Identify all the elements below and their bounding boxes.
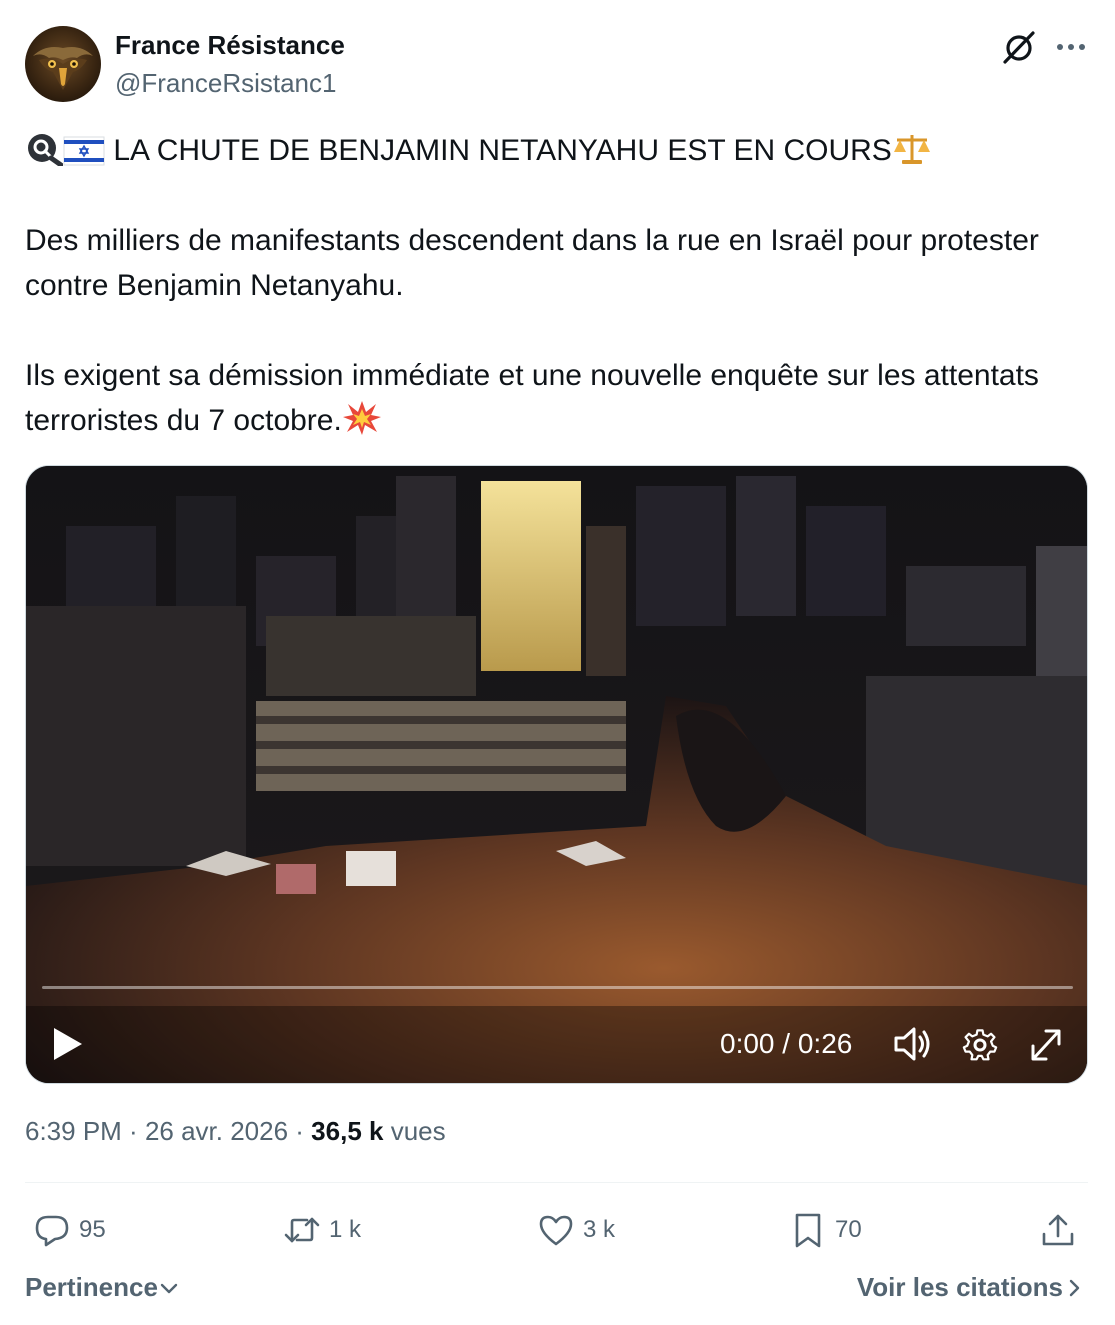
settings-gear-icon[interactable] [960, 1022, 1000, 1066]
quotes-label: Voir les citations [856, 1272, 1063, 1302]
tweet-header: France Résistance @FranceRsistanc1 [25, 26, 1090, 102]
bookmark-count: 70 [835, 1216, 862, 1243]
tweet-time[interactable]: 6:39 PM [25, 1116, 122, 1146]
tweet-headline: LA CHUTE DE BENJAMIN NETANYAHU EST EN CO… [113, 134, 892, 167]
video-time-separator: / [774, 1028, 798, 1059]
repost-count: 1 k [329, 1216, 362, 1243]
reply-count: 95 [79, 1216, 106, 1243]
sort-replies-dropdown[interactable]: Pertinence [25, 1272, 180, 1303]
tweet-meta: 6:39 PM · 26 avr. 2026 · 36,5 k vues [25, 1116, 446, 1147]
volume-icon[interactable] [892, 1022, 932, 1066]
heart-icon [539, 1215, 573, 1246]
tweet-paragraph-1: Des milliers de manifestants descendent … [25, 224, 1039, 302]
video-duration: 0:26 [797, 1028, 853, 1059]
collision-icon [342, 401, 381, 435]
video-progress-bar[interactable] [42, 986, 1073, 989]
repost-icon [284, 1217, 320, 1243]
repost-button[interactable]: 1 k [283, 1206, 361, 1254]
tweet-text: LA CHUTE DE BENJAMIN NETANYAHU EST EN CO… [25, 128, 1085, 443]
bookmark-icon [795, 1213, 821, 1248]
balance-scale-icon [893, 135, 930, 164]
sort-label: Pertinence [25, 1272, 158, 1302]
author-handle[interactable]: @FranceRsistanc1 [115, 68, 336, 99]
views-label: vues [390, 1116, 446, 1146]
grok-icon[interactable] [1000, 28, 1038, 66]
video-time: 0:00 / 0:26 [720, 1022, 852, 1066]
like-count: 3 k [583, 1216, 616, 1243]
eagle-avatar-image [33, 47, 93, 90]
chevron-right-icon [1069, 1279, 1080, 1296]
play-icon[interactable] [50, 1022, 86, 1066]
tweet-paragraph-2: Ils exigent sa démission immédiate et un… [25, 359, 1039, 437]
view-quotes-link[interactable]: Voir les citations [857, 1272, 1085, 1303]
more-options-icon[interactable] [1053, 32, 1089, 62]
reply-icon [35, 1215, 69, 1247]
search-icon [28, 134, 63, 166]
avatar[interactable] [25, 26, 101, 102]
tweet-paragraph-2-line: Ils exigent sa démission immédiate et un… [25, 353, 1085, 443]
video-current-time: 0:00 [720, 1028, 775, 1059]
share-icon [1042, 1214, 1074, 1246]
reply-button[interactable]: 95 [33, 1206, 106, 1254]
chevron-down-icon [160, 1283, 178, 1293]
meta-separator: · [121, 1116, 145, 1146]
bookmark-button[interactable]: 70 [789, 1206, 862, 1254]
meta-separator: · [288, 1116, 312, 1146]
israel-flag-icon [63, 136, 105, 166]
share-button[interactable] [1039, 1206, 1085, 1254]
tweet-headline-line: LA CHUTE DE BENJAMIN NETANYAHU EST EN CO… [25, 128, 1085, 173]
divider [25, 1182, 1088, 1183]
tweet-actions: 95 1 k 3 k 70 [25, 1206, 1088, 1254]
tweet-date[interactable]: 26 avr. 2026 [145, 1116, 288, 1146]
fullscreen-icon[interactable] [1026, 1022, 1066, 1066]
views-count: 36,5 k [311, 1116, 384, 1146]
video-frame [26, 466, 1087, 1083]
video-player[interactable]: 0:00 / 0:26 [25, 465, 1088, 1084]
like-button[interactable]: 3 k [537, 1206, 615, 1254]
author-name[interactable]: France Résistance [115, 30, 345, 61]
